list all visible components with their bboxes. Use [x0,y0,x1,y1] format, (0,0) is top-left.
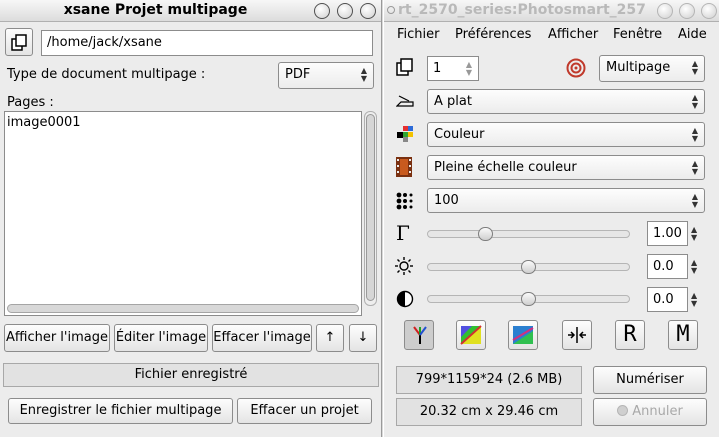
spin-arrows-icon: ▲ ▼ [691,59,699,76]
vertical-scrollbar[interactable] [364,111,377,306]
medium-button[interactable]: M [668,320,698,350]
color-mode-value: Couleur [434,127,485,142]
cancel-label: Annuler [632,404,683,419]
shade-button[interactable] [657,3,673,19]
doc-type-value: PDF [285,67,311,82]
dimensions-info: 20.32 cm x 29.46 cm [396,398,582,426]
pages-label: Pages : [7,95,54,110]
auto-enhancement-button[interactable] [508,320,538,350]
delete-project-button[interactable]: Effacer un projet [237,398,372,424]
target-select[interactable]: Multipage ▲ ▼ [599,55,705,82]
spin-arrows-icon: ▲ ▼ [691,126,699,143]
image-size-info: 799*1159*24 (2.6 MB) [396,366,582,394]
show-image-button[interactable]: Afficher l'image [4,324,110,352]
menu-fichier[interactable]: Fichier [397,27,440,42]
status-bar: Fichier enregistré [3,363,379,387]
contrast-spin-arrows-icon[interactable]: ▲ ▼ [691,292,697,308]
window-menu-icon[interactable] [387,6,395,14]
menu-fenetre[interactable]: Fenêtre [613,27,662,42]
multipage-titlebar: xsane Projet multipage [0,0,381,22]
horizontal-scrollbar[interactable] [7,304,359,313]
menu-aide[interactable]: Aide [678,27,707,42]
resolution-icon [396,192,413,210]
brightness-icon [395,257,413,275]
scan-button[interactable]: Numériser [593,366,707,394]
window-title: xsane Projet multipage [63,2,248,18]
close-button[interactable] [701,3,717,19]
cancel-icon [617,405,629,416]
scan-range-select[interactable]: Pleine échelle couleur ▲ ▼ [427,155,705,180]
scan-range-value: Pleine échelle couleur [434,160,577,175]
menu-preferences[interactable]: Préférences [455,27,531,42]
brightness-spin-arrows-icon[interactable]: ▲ ▼ [691,259,697,275]
copies-spinbox[interactable]: 1 ▲ ▼ [427,56,479,81]
source-value: A plat [434,94,472,109]
contrast-slider[interactable] [427,292,630,306]
film-icon [396,157,412,177]
gamma-icon: Γ [396,221,410,245]
contrast-slider-thumb[interactable] [521,292,536,306]
copies-icon [396,58,413,76]
copies-value: 1 [433,61,442,76]
save-multipage-button[interactable]: Enregistrer le fichier multipage [8,398,233,424]
menu-afficher[interactable]: Afficher [548,27,598,42]
brightness-slider[interactable] [427,260,630,274]
gamma-spin-arrows-icon[interactable]: ▲ ▼ [691,226,697,242]
gamma-slider[interactable] [427,227,630,241]
histogram-button[interactable] [404,320,434,350]
spin-arrows-icon: ▲ ▼ [691,192,699,209]
spin-arrows-icon: ▲ ▼ [465,60,473,77]
maximize-button[interactable] [337,3,353,19]
menu-bar: Fichier Préférences Afficher Fenêtre Aid… [384,24,719,46]
delete-image-button[interactable]: Effacer l'image [212,324,312,352]
restore-enhancement-button[interactable] [562,320,592,350]
spin-arrows-icon: ▲ ▼ [691,159,699,176]
close-button[interactable] [360,3,376,19]
restore-enhancement-icon [568,327,586,343]
scanner-window: rt_2570_series:Photosmart_257 Fichier Pr… [383,0,719,437]
resolution-select[interactable]: 100 ▲ ▼ [427,188,705,213]
doc-type-label: Type de document multipage : [7,67,206,82]
scanner-source-icon [396,95,414,107]
multipage-window: xsane Projet multipage /home/jack/xsane … [0,0,382,437]
source-select[interactable]: A plat ▲ ▼ [427,89,705,114]
maximize-button[interactable] [679,3,695,19]
histogram-icon [413,326,427,344]
target-icon [566,58,586,78]
vertical-scrollbar-thumb[interactable] [366,114,375,301]
shade-button[interactable] [314,3,330,19]
browse-project-button[interactable] [5,28,33,56]
scanner-titlebar: rt_2570_series:Photosmart_257 [384,0,719,22]
color-mode-select[interactable]: Couleur ▲ ▼ [427,122,705,147]
gamma-input[interactable]: 1.00 [647,221,688,246]
auto-enhancement-icon [512,326,534,344]
doc-type-select[interactable]: PDF ▲ ▼ [278,62,374,89]
window-title: rt_2570_series:Photosmart_257 [398,2,646,18]
spin-arrows-icon: ▲ ▼ [360,66,368,83]
brightness-input[interactable]: 0.0 [647,254,688,279]
move-up-button[interactable]: ↑ [316,324,344,352]
contrast-icon [396,290,414,308]
pages-list[interactable]: image0001 [4,111,362,316]
resolution-value: 100 [434,193,459,208]
edit-image-button[interactable]: Éditer l'image [114,324,208,352]
cancel-button[interactable]: Annuler [593,398,707,426]
store-enhancement-button[interactable]: R [615,320,645,350]
standard-enhancement-button[interactable] [456,320,486,350]
brightness-slider-thumb[interactable] [521,260,536,274]
spin-arrows-icon: ▲ ▼ [691,93,699,110]
standard-enhancement-icon [460,325,482,345]
move-down-button[interactable]: ↓ [349,324,377,352]
color-mode-icon [397,126,413,142]
pages-icon [11,34,27,51]
project-path-input[interactable]: /home/jack/xsane [41,30,373,56]
page-item[interactable]: image0001 [7,115,81,130]
target-value: Multipage [606,60,671,75]
contrast-input[interactable]: 0.0 [647,287,688,312]
gamma-slider-thumb[interactable] [478,227,493,241]
